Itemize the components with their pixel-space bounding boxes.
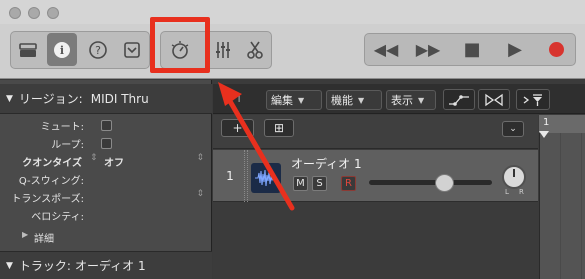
details-label: 詳細 bbox=[34, 234, 54, 245]
minimize-window-button[interactable] bbox=[28, 7, 40, 19]
track-inspector-name: オーディオ 1 bbox=[74, 259, 146, 273]
inspector-icon[interactable]: i bbox=[47, 33, 77, 66]
playhead-icon[interactable] bbox=[539, 131, 549, 138]
svg-text:?: ? bbox=[95, 44, 101, 57]
flex-tool-icon[interactable] bbox=[478, 89, 510, 110]
mute-label: ミュート: bbox=[40, 122, 84, 133]
disclosure-down-icon[interactable]: ▼ bbox=[6, 261, 13, 271]
close-window-button[interactable] bbox=[9, 7, 21, 19]
bar-number: 1 bbox=[543, 117, 550, 128]
volume-slider[interactable] bbox=[369, 180, 492, 185]
region-name: MIDI Thru bbox=[90, 91, 149, 106]
editors-icon[interactable] bbox=[240, 33, 270, 66]
loop-label: ループ: bbox=[51, 140, 84, 151]
window-titlebar bbox=[0, 0, 585, 24]
transpose-label: トランスポーズ: bbox=[11, 194, 84, 205]
transpose-row: トランスポーズ: ⇕ bbox=[0, 188, 210, 206]
view-menu[interactable]: 表示 ▼ bbox=[386, 90, 436, 110]
pan-right-label: R bbox=[519, 188, 524, 196]
region-header-label: リージョン: bbox=[18, 92, 83, 106]
qswing-row: Q-スウィング: bbox=[0, 170, 210, 188]
zoom-window-button[interactable] bbox=[47, 7, 59, 19]
loop-checkbox[interactable] bbox=[101, 138, 112, 149]
mute-row: ミュート: bbox=[0, 116, 210, 134]
qswing-label: Q-スウィング: bbox=[18, 176, 84, 187]
svg-text:i: i bbox=[60, 44, 64, 57]
record-icon bbox=[548, 42, 564, 57]
pan-knob[interactable] bbox=[502, 165, 526, 189]
catch-tool-icon[interactable] bbox=[516, 89, 550, 110]
loop-row: ループ: bbox=[0, 134, 210, 152]
toolbar-menu-icon[interactable] bbox=[117, 33, 147, 66]
automation-tool-icon[interactable] bbox=[443, 89, 475, 110]
fast-forward-button[interactable]: ▶▶ bbox=[408, 33, 448, 66]
help-icon[interactable]: ? bbox=[83, 33, 113, 66]
record-enable-button[interactable]: R bbox=[341, 176, 356, 191]
quantize-label: クオンタイズ bbox=[22, 158, 82, 169]
solo-button[interactable]: S bbox=[312, 176, 327, 191]
disclosure-right-icon[interactable]: ▶ bbox=[22, 230, 28, 239]
track-header-menu-icon[interactable]: ⌄ bbox=[502, 121, 524, 137]
play-button[interactable]: ▶ bbox=[495, 33, 535, 66]
velocity-label: ベロシティ: bbox=[31, 212, 84, 223]
disclosure-down-icon[interactable]: ▼ bbox=[6, 94, 13, 104]
velocity-row: ベロシティ: bbox=[0, 206, 210, 224]
transpose-stepper-icon[interactable]: ⇕ bbox=[196, 189, 204, 199]
track-inspector-header[interactable]: ▼ トラック: オーディオ 1 bbox=[0, 251, 212, 279]
record-button[interactable] bbox=[538, 33, 574, 66]
annotation-arrow bbox=[218, 82, 295, 211]
track-header-label: トラック: bbox=[18, 259, 71, 273]
library-icon[interactable] bbox=[13, 33, 43, 66]
function-menu-label: 機能 bbox=[331, 94, 353, 107]
quantize-popup-icon[interactable]: ⇕ bbox=[196, 153, 204, 163]
mixer-icon[interactable] bbox=[208, 33, 238, 66]
highlight-box bbox=[150, 17, 210, 73]
timeline-area[interactable] bbox=[539, 115, 585, 279]
stop-button[interactable]: ■ bbox=[452, 33, 492, 66]
quantize-value[interactable]: オフ bbox=[104, 154, 124, 169]
chevron-down-icon: ▼ bbox=[418, 95, 425, 105]
grid-line bbox=[560, 133, 561, 279]
mute-checkbox[interactable] bbox=[101, 120, 112, 131]
quantize-stepper-icon[interactable]: ⇕ bbox=[90, 153, 98, 163]
pan-left-label: L bbox=[505, 188, 509, 196]
details-row[interactable]: ▶ 詳細 bbox=[0, 228, 210, 246]
view-menu-label: 表示 bbox=[391, 94, 413, 107]
chevron-down-icon: ▼ bbox=[358, 95, 365, 105]
rewind-button[interactable]: ◀◀ bbox=[366, 33, 406, 66]
grid-line bbox=[581, 133, 582, 279]
function-menu[interactable]: 機能 ▼ bbox=[326, 90, 382, 110]
region-inspector-header[interactable]: ▼ リージョン: MIDI Thru bbox=[0, 84, 212, 114]
quantize-row: クオンタイズ ⇕ オフ ⇕ bbox=[0, 152, 210, 170]
